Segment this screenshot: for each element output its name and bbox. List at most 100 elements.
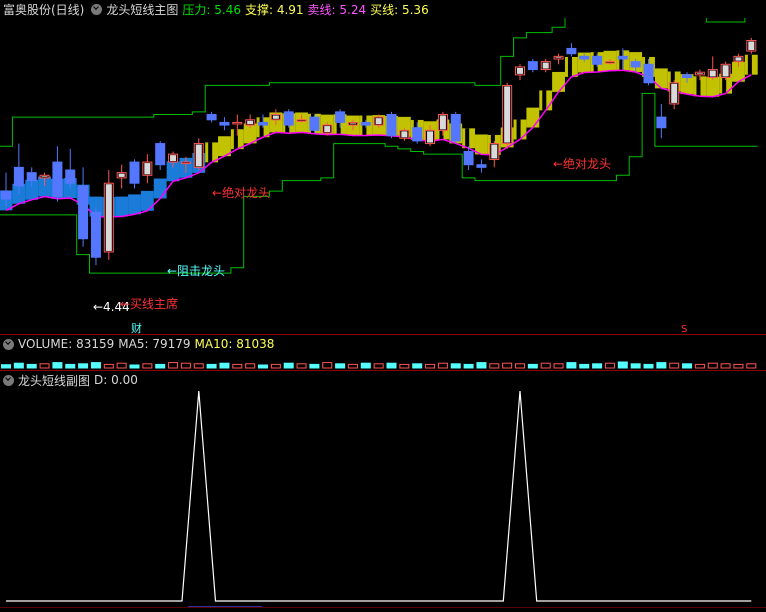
candle-body xyxy=(296,119,307,122)
volume-bar xyxy=(746,363,757,369)
band-stripe xyxy=(208,142,213,163)
volume-bar xyxy=(39,363,50,369)
candle-body xyxy=(232,121,243,125)
candle-body xyxy=(180,161,191,165)
candle-highlight xyxy=(195,144,202,167)
buy-value: 买线: 5.36 xyxy=(370,2,429,17)
candle-body xyxy=(476,164,487,168)
volume-bar xyxy=(245,363,256,369)
main-chart[interactable]: ←绝对龙头←阻击龙头←4.44←买线主席←绝对龙头财 S xyxy=(0,18,766,336)
volume-bar xyxy=(155,363,166,369)
candle-highlight xyxy=(401,131,408,138)
band-stripe xyxy=(516,119,521,140)
candle-body xyxy=(52,161,63,197)
volume-bar xyxy=(90,362,101,369)
candle-highlight xyxy=(491,144,498,159)
band-segment xyxy=(552,71,565,92)
volume-bar xyxy=(258,364,268,369)
volume-bar xyxy=(168,362,179,369)
candle-body xyxy=(13,166,24,187)
volume-bar xyxy=(450,363,461,369)
indicator-name: 龙头短线主图 xyxy=(106,2,179,17)
volume-bar xyxy=(322,362,333,369)
candle-body xyxy=(335,111,346,123)
sub-menu-icon[interactable] xyxy=(3,374,14,386)
volume-bar xyxy=(720,363,731,369)
volume-bar xyxy=(219,362,230,369)
candle-highlight xyxy=(517,67,523,74)
candle-body xyxy=(206,114,217,121)
sub-chart[interactable] xyxy=(0,389,766,611)
candle-highlight xyxy=(735,57,742,61)
candle-highlight xyxy=(324,126,331,132)
candle-body xyxy=(309,116,320,131)
separator-bottom xyxy=(0,607,766,608)
volume-bar xyxy=(412,363,423,369)
candle-body xyxy=(283,111,294,126)
candle-body xyxy=(65,169,76,184)
support-value: 支撑: 4.91 xyxy=(244,2,304,17)
volume-bar xyxy=(65,363,76,369)
volume-menu-icon[interactable] xyxy=(3,338,14,350)
volume-bar xyxy=(309,363,320,369)
volume-bar xyxy=(527,363,538,369)
candle-highlight xyxy=(696,73,703,74)
candle-highlight xyxy=(118,173,125,177)
candle-highlight xyxy=(504,86,511,143)
volume-bar xyxy=(193,363,204,369)
candle-body xyxy=(26,172,37,182)
candle-highlight xyxy=(671,83,678,103)
candle-body xyxy=(643,63,654,84)
volume-bar xyxy=(206,363,217,369)
volume-bar xyxy=(669,362,680,369)
candle-body xyxy=(579,55,590,60)
volume-chart[interactable] xyxy=(0,354,766,370)
candle-highlight xyxy=(272,115,279,119)
volume-bar xyxy=(476,362,487,369)
candle-body xyxy=(450,114,461,142)
volume-bar xyxy=(129,364,140,369)
volume-bar xyxy=(502,362,513,369)
stock-label: 富奥股份(日线) xyxy=(3,2,85,17)
volume-bar xyxy=(592,363,603,369)
candle-body xyxy=(412,127,423,142)
volume-bar xyxy=(643,363,654,369)
candle-body xyxy=(463,151,474,166)
candle-highlight xyxy=(722,65,729,77)
volume-bar xyxy=(579,363,590,369)
candle-body xyxy=(592,55,603,65)
annotation-absolute-dragon: ←绝对龙头 xyxy=(212,185,270,200)
volume-bar xyxy=(656,362,667,369)
candle-body xyxy=(78,185,89,240)
candle-body xyxy=(617,55,628,60)
candle-body xyxy=(258,121,268,126)
band-segment xyxy=(128,194,141,215)
volume-bar xyxy=(296,363,307,369)
volume-bar xyxy=(489,363,500,369)
volume-bar xyxy=(425,363,436,369)
candle-highlight xyxy=(144,163,151,175)
ma10-value: MA10: 81038 xyxy=(194,337,275,351)
annotation-cai: 财 xyxy=(131,321,142,335)
candle-body xyxy=(360,121,371,126)
annotation-absolute-dragon-2: ←绝对龙头 xyxy=(553,156,611,171)
candle-highlight xyxy=(709,70,716,77)
volume-bar xyxy=(373,363,384,369)
sell-value: 卖线: 5.24 xyxy=(307,2,367,17)
volume-bar xyxy=(78,363,89,369)
band-stripe xyxy=(465,128,470,149)
volume-bar xyxy=(682,363,693,369)
volume-bar xyxy=(604,362,615,369)
volume-bar xyxy=(553,363,564,369)
candle-body xyxy=(527,61,538,71)
volume-bar xyxy=(232,363,243,369)
pressure-value: 压力: 5.46 xyxy=(182,2,241,17)
candle-body xyxy=(155,143,166,166)
candle-highlight xyxy=(748,41,755,51)
volume-bar xyxy=(707,362,718,369)
volume-bar xyxy=(142,363,153,369)
sub-header: 龙头短线副图 D: 0.00 xyxy=(0,371,142,389)
indicator-menu-icon[interactable] xyxy=(91,3,103,15)
volume-bar xyxy=(347,363,358,369)
candle-body xyxy=(90,211,101,258)
